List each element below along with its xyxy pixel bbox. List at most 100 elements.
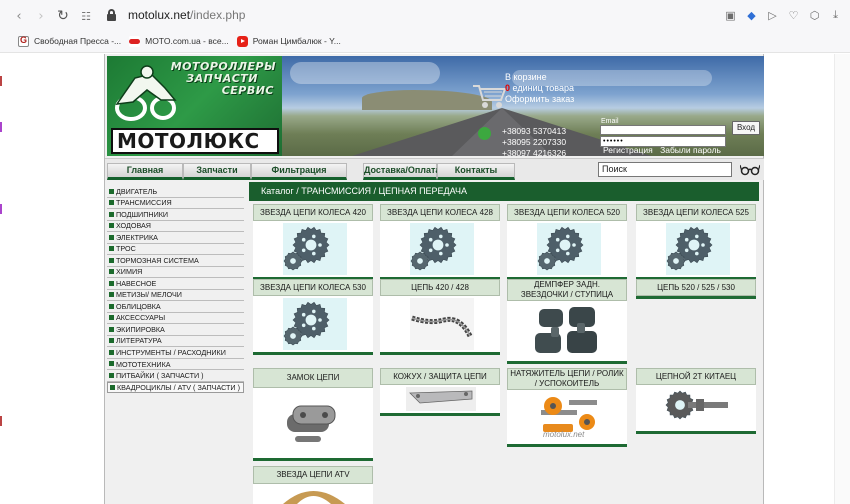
bookmark-svpressa[interactable]: Свободная Пресса -... xyxy=(18,35,121,47)
sidebar-item[interactable]: ИНСТРУМЕНТЫ / РАСХОДНИКИ xyxy=(107,347,244,359)
gear-shaft-image[interactable] xyxy=(636,385,756,431)
product-title[interactable]: ЦЕПЬ 420 / 428 xyxy=(380,279,500,296)
nav-parts[interactable]: Запчасти xyxy=(183,163,251,180)
nav-delivery[interactable]: Доставка/Оплата xyxy=(363,163,440,180)
product-card[interactable]: ЦЕПЬ 420 / 428 xyxy=(380,279,500,355)
sidebar-item[interactable]: ТРОС xyxy=(107,244,244,256)
sidebar-item[interactable]: КВАДРОЦИКЛЫ / ATV ( ЗАПЧАСТИ ) xyxy=(107,381,244,394)
product-card[interactable]: ДЕМПФЕР ЗАДН. ЗВЕЗДОЧКИ / СТУПИЦА xyxy=(507,279,627,364)
product-card[interactable]: ЗВЕЗДА ЦЕПИ КОЛЕСА 420 xyxy=(253,204,373,280)
chain-lock-image[interactable] xyxy=(253,388,373,458)
bullet-square-icon xyxy=(109,326,114,332)
reload-icon[interactable]: ↻ xyxy=(53,6,73,26)
sidebar-item[interactable]: НАВЕСНОЕ xyxy=(107,278,244,290)
product-card[interactable]: ЗВЕЗДА ЦЕПИ КОЛЕСА 525 xyxy=(636,204,756,280)
checkout-link[interactable]: Оформить заказ xyxy=(505,94,574,105)
bullet-square-icon xyxy=(109,373,114,378)
chain-image[interactable] xyxy=(380,296,500,352)
sprocket-image[interactable] xyxy=(253,296,373,352)
cart-icon[interactable] xyxy=(472,82,506,110)
sidebar-item-label: ХИМИЯ xyxy=(116,267,143,277)
product-title[interactable]: ЗВЕЗДА ЦЕПИ КОЛЕСА 520 xyxy=(507,204,627,221)
bullet-square-icon xyxy=(109,234,114,240)
product-card[interactable]: ЗВЕЗДА ЦЕПИ КОЛЕСА 530 xyxy=(253,279,373,355)
bullet-square-icon xyxy=(109,257,114,263)
camera-icon[interactable]: ▣ xyxy=(722,7,739,23)
sprocket-image[interactable] xyxy=(636,221,756,277)
play-icon[interactable]: ▷ xyxy=(764,7,781,23)
forward-icon[interactable]: › xyxy=(31,6,51,26)
product-card[interactable]: ЦЕПНОЙ 2Т КИТАЕЦ xyxy=(636,368,756,434)
sidebar-item[interactable]: ОБЛИЦОВКА xyxy=(107,301,244,313)
product-title[interactable]: ЗВЕЗДА ЦЕПИ КОЛЕСА 428 xyxy=(380,204,500,221)
product-card[interactable]: НАТЯЖИТЕЛЬ ЦЕПИ / РОЛИК / УСПОКОИТЕЛЬ mot… xyxy=(507,368,627,447)
login-button[interactable]: Вход xyxy=(732,121,760,135)
product-title[interactable]: ЗАМОК ЦЕПИ xyxy=(253,368,373,388)
download-icon[interactable]: ⤓ xyxy=(827,7,844,23)
product-card[interactable]: ЗВЕЗДА ЦЕПИ ATV xyxy=(253,466,373,504)
search-glasses-icon[interactable] xyxy=(740,163,760,176)
shield-icon[interactable]: ◆ xyxy=(743,7,760,23)
sidebar-item[interactable]: ЭЛЕКТРИКА xyxy=(107,232,244,244)
sidebar-item[interactable]: АКСЕССУАРЫ xyxy=(107,313,244,325)
chain-guard-image[interactable] xyxy=(380,385,500,413)
bookmark-label: Роман Цимбалюк - Y... xyxy=(252,36,341,46)
sidebar-item-label: МЕТИЗЫ/ МЕЛОЧИ xyxy=(116,290,182,300)
sidebar-item[interactable]: ХИМИЯ xyxy=(107,267,244,279)
product-card[interactable]: КОЖУХ / ЗАЩИТА ЦЕПИ xyxy=(380,368,500,416)
basket-items-text: единиц товара xyxy=(510,83,574,93)
product-card[interactable]: ЗАМОК ЦЕПИ xyxy=(253,368,373,461)
atv-sprocket-image[interactable] xyxy=(253,484,373,504)
sprocket-image[interactable] xyxy=(253,221,373,277)
scrollbar[interactable] xyxy=(834,54,850,504)
url-host: motolux.net xyxy=(128,8,191,22)
back-icon[interactable]: ‹ xyxy=(9,6,29,26)
sidebar-item[interactable]: ДВИГАТЕЛЬ xyxy=(107,186,244,198)
product-title[interactable]: ЗВЕЗДА ЦЕПИ ATV xyxy=(253,466,373,484)
cube-icon[interactable]: ⬡ xyxy=(806,7,823,23)
sidebar-item[interactable]: ЛИТЕРАТУРА xyxy=(107,336,244,348)
sidebar-item[interactable]: ЭКИПИРОВКА xyxy=(107,324,244,336)
scroll-marker xyxy=(0,204,2,214)
product-card[interactable]: ЦЕПЬ 520 / 525 / 530 xyxy=(636,279,756,299)
product-title[interactable]: ЗВЕЗДА ЦЕПИ КОЛЕСА 420 xyxy=(253,204,373,221)
nav-home[interactable]: Главная xyxy=(107,163,183,180)
product-card[interactable]: ЗВЕЗДА ЦЕПИ КОЛЕСА 428 xyxy=(380,204,500,280)
product-title[interactable]: НАТЯЖИТЕЛЬ ЦЕПИ / РОЛИК / УСПОКОИТЕЛЬ xyxy=(507,368,627,390)
lock-icon[interactable] xyxy=(107,9,116,21)
nav-filter[interactable]: Фильтрация xyxy=(251,163,347,180)
sprocket-image[interactable] xyxy=(380,221,500,277)
sidebar-item[interactable]: ТОРМОЗНАЯ СИСТЕМА xyxy=(107,255,244,267)
address-bar[interactable]: motolux.net/index.php xyxy=(128,8,245,22)
forgot-password-link[interactable]: Забыли пароль xyxy=(660,145,721,155)
damper-image[interactable] xyxy=(507,301,627,361)
product-title[interactable]: ЗВЕЗДА ЦЕПИ КОЛЕСА 530 xyxy=(253,279,373,296)
product-title[interactable]: ЦЕПНОЙ 2Т КИТАЕЦ xyxy=(636,368,756,385)
sidebar-item[interactable]: ХОДОВАЯ xyxy=(107,221,244,233)
sidebar-item[interactable]: ПИТБАЙКИ ( ЗАПЧАСТИ ) xyxy=(107,370,244,382)
product-title[interactable]: КОЖУХ / ЗАЩИТА ЦЕПИ xyxy=(380,368,500,385)
heart-icon[interactable]: ♡ xyxy=(785,7,802,23)
tensioner-image[interactable]: motolux.net xyxy=(507,390,627,444)
email-input[interactable] xyxy=(600,125,726,135)
register-link[interactable]: Регистрация xyxy=(603,145,653,155)
product-title[interactable]: ЗВЕЗДА ЦЕПИ КОЛЕСА 525 xyxy=(636,204,756,221)
product-title[interactable]: ДЕМПФЕР ЗАДН. ЗВЕЗДОЧКИ / СТУПИЦА xyxy=(507,279,627,301)
sidebar-item[interactable]: МОТОТЕХНИКА xyxy=(107,359,244,371)
phone-number: +38097 4216326 xyxy=(502,148,567,158)
bookmark-youtube[interactable]: Роман Цимбалюк - Y... xyxy=(236,35,341,47)
svpressa-favicon-icon xyxy=(18,35,29,47)
bookmark-moto[interactable]: MOTO.com.ua - все... xyxy=(129,35,229,47)
sidebar-item[interactable]: МЕТИЗЫ/ МЕЛОЧИ xyxy=(107,290,244,302)
tabs-grid-icon[interactable]: ☷ xyxy=(76,6,96,26)
sidebar-item[interactable]: ТРАНСМИССИЯ xyxy=(107,198,244,210)
site-logo[interactable]: МОТОРОЛЛЕРЫ ЗАПЧАСТИ СЕРВИС МОТОЛЮКС xyxy=(107,56,282,156)
product-card[interactable]: ЗВЕЗДА ЦЕПИ КОЛЕСА 520 xyxy=(507,204,627,280)
sidebar-item[interactable]: ПОДШИПНИКИ xyxy=(107,209,244,221)
sidebar-item-label: ПИТБАЙКИ ( ЗАПЧАСТИ ) xyxy=(116,371,204,381)
product-title[interactable]: ЦЕПЬ 520 / 525 / 530 xyxy=(636,279,756,296)
nav-contacts[interactable]: Контакты xyxy=(437,163,515,180)
sprocket-image[interactable] xyxy=(507,221,627,277)
search-input[interactable]: Поиск xyxy=(598,162,732,177)
browser-toolbar: ‹ › ↻ ☷ motolux.net/index.php ▣ ◆ ▷ ♡ ⬡ … xyxy=(0,0,850,30)
